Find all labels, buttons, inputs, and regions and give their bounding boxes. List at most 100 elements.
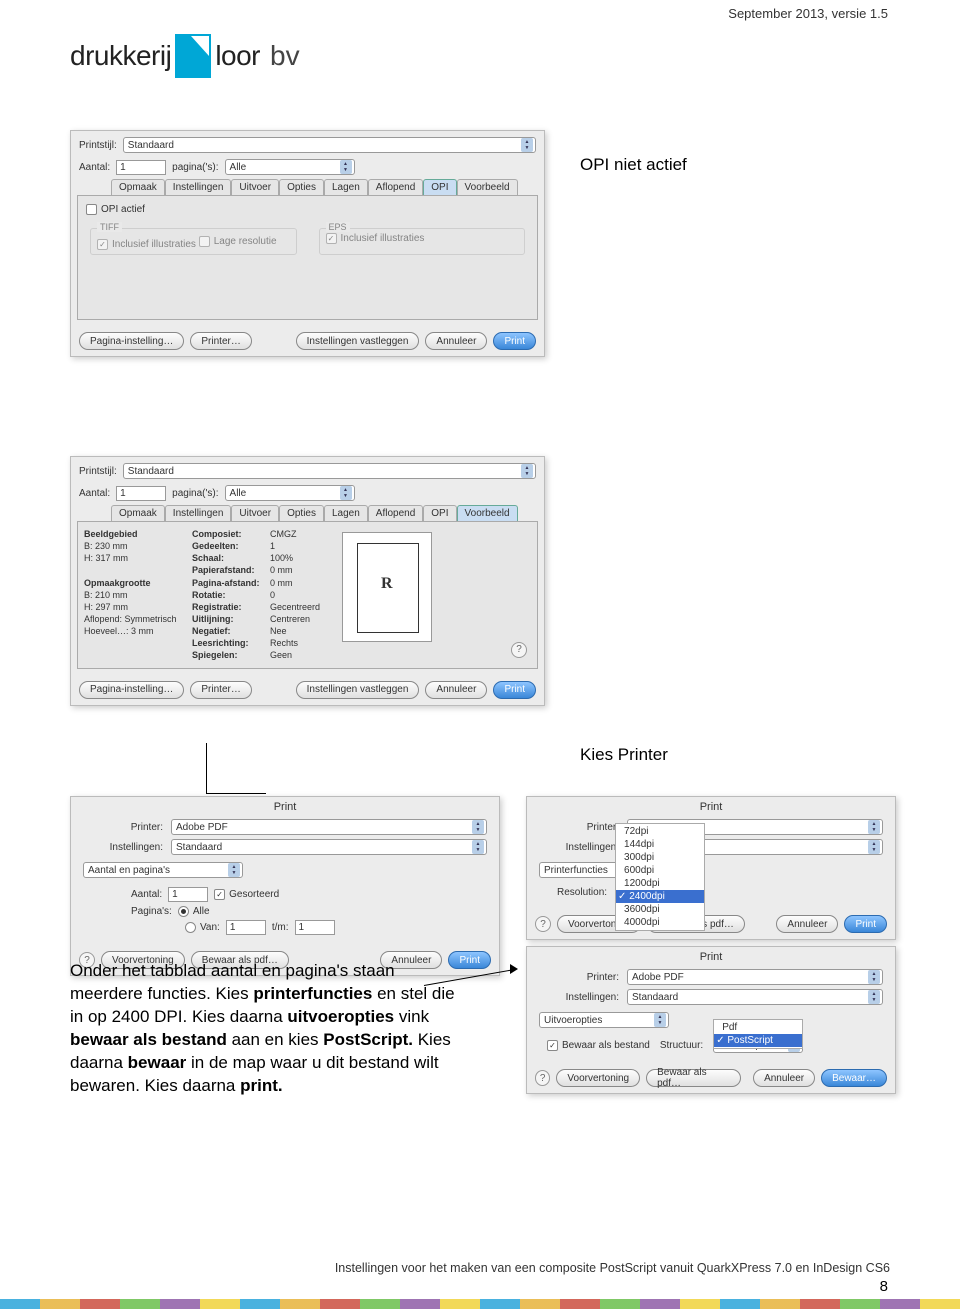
printstijl-select[interactable]: Standaard [123, 137, 536, 153]
tiff-group-title: TIFF [97, 222, 122, 232]
printstijl-select[interactable]: Standaard [123, 463, 536, 479]
dpi-option[interactable]: 144dpi [616, 838, 704, 851]
dpi-option[interactable]: 4000dpi [616, 916, 704, 929]
bewaar-als-bestand-checkbox[interactable]: ✓Bewaar als bestand [547, 1040, 650, 1051]
tab-opi[interactable]: OPI [423, 505, 456, 521]
tab-voorbeeld[interactable]: Voorbeeld [457, 505, 518, 521]
bewaar-als-bestand-label: Bewaar als bestand [562, 1040, 650, 1051]
alle-label: Alle [193, 906, 210, 917]
footer-text: Instellingen voor het maken van een comp… [70, 1261, 890, 1275]
tab-instellingen[interactable]: Instellingen [165, 505, 232, 521]
tab-opties[interactable]: Opties [279, 505, 324, 521]
instruction-bold: print. [240, 1076, 283, 1095]
structuur-option-pdf[interactable]: Pdf [714, 1021, 802, 1034]
panel-select[interactable]: Aantal en pagina's [83, 862, 243, 878]
instruction-span: Kies daarna [192, 1007, 287, 1026]
annuleer-button[interactable]: Annuleer [425, 681, 487, 699]
tab-uitvoer[interactable]: Uitvoer [231, 505, 279, 521]
tab-uitvoer[interactable]: Uitvoer [231, 179, 279, 195]
tab-opi[interactable]: OPI [423, 179, 456, 195]
spec-value: CMGZ [270, 529, 297, 539]
tab-lagen[interactable]: Lagen [324, 179, 368, 195]
logo: drukkerij loor bv [70, 34, 300, 78]
annuleer-button[interactable]: Annuleer [753, 1069, 815, 1087]
aantal-input[interactable]: 1 [116, 486, 166, 501]
chevron-updown-icon [228, 863, 240, 877]
dpi-option[interactable]: 600dpi [616, 864, 704, 877]
header-date: September 2013, versie 1.5 [728, 6, 888, 21]
tab-opmaak[interactable]: Opmaak [111, 179, 165, 195]
dpi-option[interactable]: 3600dpi [616, 903, 704, 916]
structuur-dropdown[interactable]: Pdf ✓ PostScript [713, 1019, 803, 1049]
print-button[interactable]: Print [493, 681, 536, 699]
instellingen-select[interactable]: Standaard [627, 989, 883, 1005]
printer-label: Printer: [539, 972, 619, 983]
aantal-input[interactable]: 1 [168, 887, 208, 902]
pagina-instelling-button[interactable]: Pagina-instelling… [79, 681, 184, 699]
pagina-instelling-button[interactable]: Pagina-instelling… [79, 332, 184, 350]
tab-opties[interactable]: Opties [279, 179, 324, 195]
panel-select-uitvoeropties[interactable]: Uitvoeropties [539, 1012, 669, 1028]
dpi-option[interactable]: 300dpi [616, 851, 704, 864]
annuleer-button[interactable]: Annuleer [425, 332, 487, 350]
help-button[interactable]: ? [511, 642, 527, 658]
paginas-select[interactable]: Alle [225, 485, 355, 501]
panel-select-value: Aantal en pagina's [88, 865, 170, 876]
printer-select[interactable]: Adobe PDF [627, 969, 883, 985]
tab-aflopend[interactable]: Aflopend [368, 505, 423, 521]
logo-text-1: drukkerij [70, 40, 171, 72]
van-radio[interactable]: Van: [185, 922, 220, 933]
resolution-dropdown[interactable]: 72dpi 144dpi 300dpi 600dpi 1200dpi ✓ 240… [615, 823, 705, 931]
tab-lagen[interactable]: Lagen [324, 505, 368, 521]
opi-actief-checkbox[interactable]: OPI actief [86, 204, 145, 215]
dpi-option-selected[interactable]: ✓ 2400dpi [616, 890, 704, 903]
instellingen-vastleggen-button[interactable]: Instellingen vastleggen [296, 681, 420, 699]
paginas-select[interactable]: Alle [225, 159, 355, 175]
dialog-title: Print [71, 797, 499, 815]
print-button[interactable]: Print [844, 915, 887, 933]
tm-input[interactable]: 1 [295, 920, 335, 935]
van-input[interactable]: 1 [226, 920, 266, 935]
arrow-line-icon [206, 743, 207, 793]
chevron-updown-icon [654, 1013, 666, 1027]
instellingen-vastleggen-button[interactable]: Instellingen vastleggen [296, 332, 420, 350]
instruction-text: Onder het tabblad aantal en pagina's sta… [70, 960, 460, 1098]
spec-value: 1 [270, 541, 275, 551]
annuleer-button[interactable]: Annuleer [776, 915, 838, 933]
printer-button[interactable]: Printer… [190, 332, 251, 350]
chevron-updown-icon [521, 464, 533, 478]
paginas-label: pagina('s): [172, 162, 218, 173]
help-button[interactable]: ? [535, 916, 551, 932]
beeldgebied-label: Beeldgebied [84, 529, 138, 539]
tab-opmaak[interactable]: Opmaak [111, 505, 165, 521]
instellingen-select[interactable]: Standaard [171, 839, 487, 855]
caption-kies-printer: Kies Printer [580, 745, 668, 765]
tab-aflopend[interactable]: Aflopend [368, 179, 423, 195]
printstijl-value: Standaard [128, 140, 174, 151]
logo-text-3: bv [270, 40, 300, 72]
spec-label: Spiegelen: [192, 650, 238, 660]
radio-icon [178, 906, 189, 917]
logo-mark-icon [175, 34, 211, 78]
tab-instellingen[interactable]: Instellingen [165, 179, 232, 195]
printer-button[interactable]: Printer… [190, 681, 251, 699]
tiff-inclusief-checkbox: ✓Inclusief illustraties [97, 239, 196, 250]
gesorteerd-checkbox[interactable]: ✓Gesorteerd [214, 889, 279, 900]
spec-left: Beeldgebied B: 230 mm H: 317 mm Opmaakgr… [84, 528, 184, 662]
printer-select[interactable]: Adobe PDF [171, 819, 487, 835]
aantal-input[interactable]: 1 [116, 160, 166, 175]
help-button[interactable]: ? [535, 1070, 550, 1086]
structuur-option-postscript[interactable]: ✓ PostScript [714, 1034, 802, 1047]
print-button[interactable]: Print [493, 332, 536, 350]
aantal-label: Aantal: [131, 889, 162, 900]
bewaar-button[interactable]: Bewaar… [821, 1069, 887, 1087]
spec-mid: Composiet: Gedeelten: Schaal: Papierafst… [192, 528, 330, 662]
tab-voorbeeld[interactable]: Voorbeeld [457, 179, 518, 195]
voorvertoning-button[interactable]: Voorvertoning [556, 1069, 640, 1087]
instellingen-label: Instellingen: [83, 842, 163, 853]
dpi-option[interactable]: 1200dpi [616, 877, 704, 890]
bewaar-als-pdf-button[interactable]: Bewaar als pdf… [646, 1069, 741, 1087]
dpi-option[interactable]: 72dpi [616, 825, 704, 838]
printer-label: Printer: [83, 822, 163, 833]
alle-radio[interactable]: Alle [178, 906, 210, 917]
